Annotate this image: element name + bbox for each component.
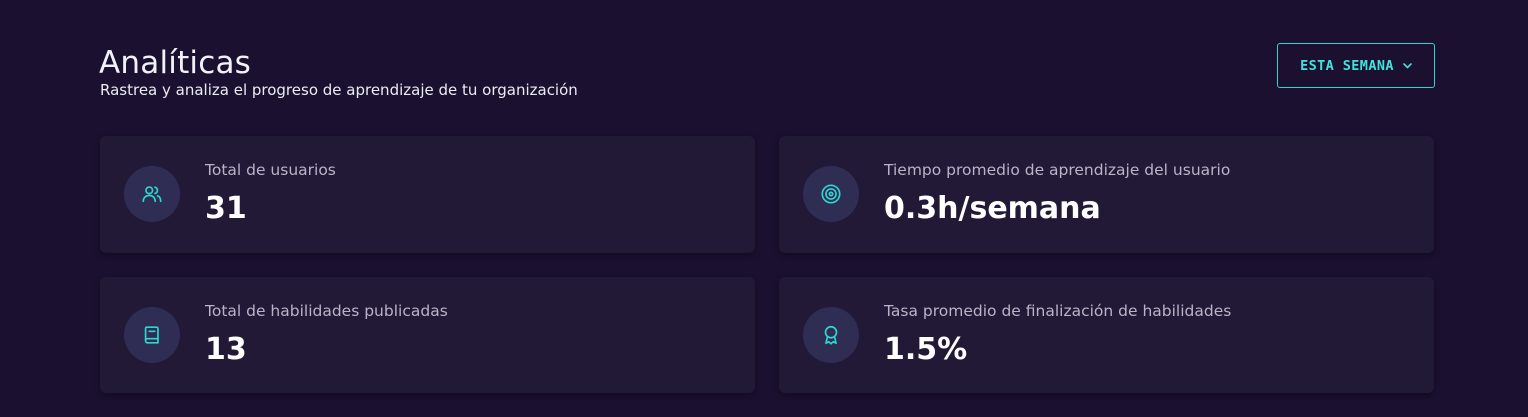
page-title: Analíticas <box>99 44 252 81</box>
users-icon <box>142 186 162 203</box>
stat-icon-container <box>803 307 859 363</box>
stat-card-total-users: Total de usuarios 31 <box>100 136 755 253</box>
stat-value: 1.5% <box>884 332 968 367</box>
chevron-down-icon <box>1403 62 1412 68</box>
stat-icon-container <box>124 307 180 363</box>
stat-icon-container <box>124 166 180 222</box>
time-range-dropdown[interactable]: ESTA SEMANA <box>1277 43 1435 88</box>
stat-icon-container <box>803 166 859 222</box>
stat-label: Total de usuarios <box>205 161 336 179</box>
book-icon <box>144 326 159 344</box>
target-icon <box>821 184 841 204</box>
stat-value: 31 <box>205 191 247 226</box>
time-range-label: ESTA SEMANA <box>1300 57 1394 74</box>
stat-value: 13 <box>205 332 247 367</box>
stat-label: Tiempo promedio de aprendizaje del usuar… <box>884 161 1231 179</box>
stat-label: Tasa promedio de finalización de habilid… <box>884 302 1232 320</box>
stat-label: Total de habilidades publicadas <box>205 302 448 320</box>
stat-card-published-skills: Total de habilidades publicadas 13 <box>100 277 755 393</box>
stat-card-avg-learning-time: Tiempo promedio de aprendizaje del usuar… <box>779 136 1434 253</box>
award-icon <box>824 325 838 345</box>
stat-value: 0.3h/semana <box>884 191 1101 226</box>
stat-card-completion-rate: Tasa promedio de finalización de habilid… <box>779 277 1434 393</box>
page-subtitle: Rastrea y analiza el progreso de aprendi… <box>100 81 578 99</box>
